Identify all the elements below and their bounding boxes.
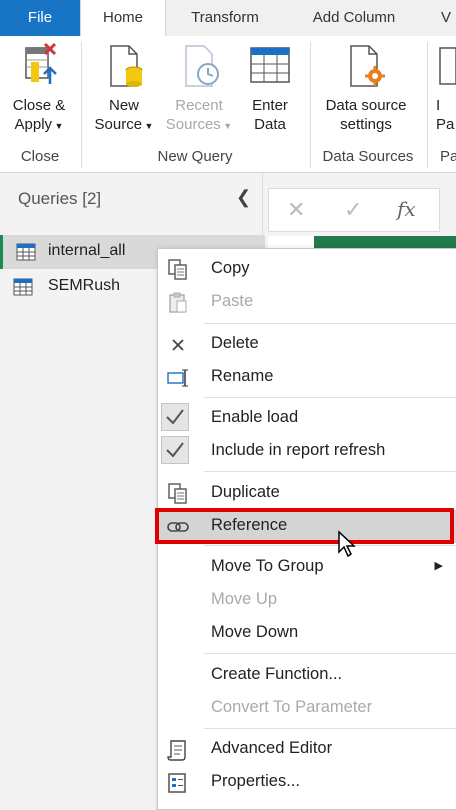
menu-label: Advanced Editor xyxy=(211,739,333,757)
tab-view[interactable]: V xyxy=(436,0,456,36)
menu-label: Create Function... xyxy=(211,665,343,683)
dropdown-arrow-icon: ▼ xyxy=(220,121,233,131)
menu-item-include-refresh[interactable]: Include in report refresh xyxy=(158,435,456,468)
group-label-close: Close xyxy=(20,148,60,165)
properties-icon xyxy=(165,770,191,796)
dropdown-arrow-icon: ▼ xyxy=(52,121,64,131)
menu-item-rename[interactable]: Rename xyxy=(158,361,456,394)
formula-bar: ✕ ✓ fx xyxy=(268,188,440,232)
enter-data-label-2: Data xyxy=(254,116,286,133)
close-apply-icon xyxy=(16,40,62,92)
menu-label: Properties... xyxy=(211,772,300,790)
enter-data-button[interactable]: Enter Data xyxy=(240,40,300,134)
menu-item-duplicate[interactable]: Duplicate xyxy=(158,477,456,510)
menu-label: Move Down xyxy=(211,623,299,641)
tab-transform[interactable]: Transform xyxy=(170,0,280,36)
menu-label: Copy xyxy=(211,259,250,277)
group-label-data-sources: Data Sources xyxy=(322,148,414,165)
checkmark-icon xyxy=(161,436,189,464)
copy-icon xyxy=(165,257,191,283)
cancel-icon[interactable]: ✕ xyxy=(287,197,305,223)
recent-sources-label-1: Recent xyxy=(175,97,223,114)
table-icon xyxy=(13,278,33,301)
menu-label: Paste xyxy=(211,292,254,310)
paste-icon xyxy=(165,290,191,316)
group-label-new-query: New Query xyxy=(157,148,233,165)
close-apply-label-1: Close & xyxy=(12,97,66,114)
group-label-params: Pa xyxy=(440,148,456,165)
menu-item-copy[interactable]: Copy xyxy=(158,253,456,286)
checkmark-icon xyxy=(161,403,189,431)
enter-data-label-1: Enter xyxy=(252,97,288,114)
confirm-check-icon[interactable]: ✓ xyxy=(344,197,362,223)
menu-label: Rename xyxy=(211,367,274,385)
recent-sources-icon xyxy=(176,40,222,92)
settings-document-icon xyxy=(343,40,389,92)
fx-icon[interactable]: fx xyxy=(397,197,416,221)
new-source-label-2: Source xyxy=(94,116,143,133)
params-label-2: Pa xyxy=(436,116,455,133)
menu-label: Move To Group xyxy=(211,557,324,575)
menu-label: Delete xyxy=(211,334,259,352)
menu-item-advanced-editor[interactable]: Advanced Editor xyxy=(158,733,456,766)
data-source-settings-label-1: Data source xyxy=(325,97,407,114)
menu-label: Include in report refresh xyxy=(211,441,386,459)
data-source-settings-button[interactable]: Data source settings xyxy=(314,40,418,134)
scroll-script-icon xyxy=(165,737,191,763)
tab-file[interactable]: File xyxy=(0,0,80,36)
menu-item-move-down[interactable]: Move Down xyxy=(158,617,456,650)
menu-item-move-up[interactable]: Move Up xyxy=(158,584,456,617)
new-source-button[interactable]: New Source ▼ xyxy=(88,40,160,136)
params-label-1: I xyxy=(436,97,441,114)
highlight-annotation-box xyxy=(155,508,454,544)
ribbon: Close & Apply ▼ New Source ▼ Recent Sour… xyxy=(0,36,456,173)
table-icon xyxy=(247,40,293,92)
menu-item-paste[interactable]: Paste xyxy=(158,286,456,319)
data-source-settings-label-2: settings xyxy=(340,116,392,133)
menu-item-enable-load[interactable]: Enable load xyxy=(158,402,456,435)
delete-x-icon xyxy=(165,332,191,358)
menu-item-properties[interactable]: Properties... xyxy=(158,766,456,799)
manage-parameters-button[interactable]: I Pa xyxy=(436,40,456,134)
rename-icon xyxy=(165,365,191,391)
new-source-icon xyxy=(101,40,147,92)
menu-label: Move Up xyxy=(211,590,278,608)
queries-header: Queries [2] xyxy=(18,189,102,208)
menu-label: Enable load xyxy=(211,408,299,426)
ribbon-tab-bar: File Home Transform Add Column V xyxy=(0,0,456,37)
menu-item-move-to-group[interactable]: Move To Group ▶ xyxy=(158,551,456,584)
menu-label: Duplicate xyxy=(211,483,280,501)
close-apply-label-2: Apply xyxy=(14,116,53,133)
menu-item-delete[interactable]: Delete xyxy=(158,328,456,361)
dropdown-arrow-icon: ▼ xyxy=(142,121,154,131)
parameters-icon xyxy=(436,40,456,92)
submenu-arrow-icon: ▶ xyxy=(434,560,443,572)
close-apply-button[interactable]: Close & Apply ▼ xyxy=(2,40,76,136)
menu-label: Convert To Parameter xyxy=(211,698,373,716)
tab-home[interactable]: Home xyxy=(80,0,166,37)
menu-item-convert-parameter[interactable]: Convert To Parameter xyxy=(158,692,456,725)
recent-sources-label-2: Sources xyxy=(165,116,221,133)
mouse-pointer-icon xyxy=(337,530,359,565)
query-label: SEMRush xyxy=(48,277,121,294)
menu-item-create-function[interactable]: Create Function... xyxy=(158,659,456,692)
collapse-chevron-icon[interactable]: ❮ xyxy=(236,187,251,208)
table-icon xyxy=(16,243,36,266)
tab-add-column[interactable]: Add Column xyxy=(290,0,418,36)
recent-sources-button[interactable]: Recent Sources ▼ xyxy=(160,40,238,136)
new-source-label-1: New xyxy=(108,97,139,114)
query-label: internal_all xyxy=(48,242,126,259)
duplicate-icon xyxy=(165,481,191,507)
